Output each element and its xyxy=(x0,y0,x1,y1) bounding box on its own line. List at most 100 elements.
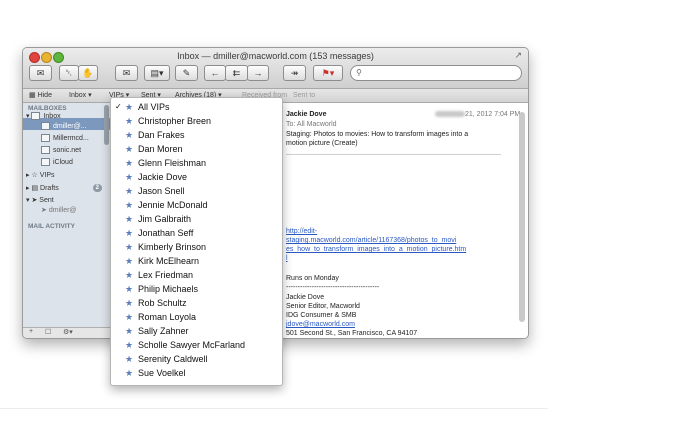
vip-menu-item[interactable]: ★ Jennie McDonald xyxy=(111,198,282,212)
sidebar-item-account-3[interactable]: sonic.net xyxy=(41,145,81,156)
checkmark-icon: ✓ xyxy=(115,102,122,111)
gear-menu-button[interactable]: ⚙▾ xyxy=(63,328,73,336)
sidebar-item-vips[interactable]: ▸ ☆ VIPs xyxy=(26,170,55,181)
sidebar-item-account-1[interactable]: dmiller@... xyxy=(41,121,87,132)
show-activity-button[interactable]: ☐ xyxy=(45,328,51,336)
redirect-button[interactable]: ↠ xyxy=(283,65,306,81)
add-mailbox-button[interactable]: + xyxy=(29,328,33,335)
vip-menu-item-label: Serenity Caldwell xyxy=(138,354,208,364)
reply-all-button[interactable]: ⇇ xyxy=(225,65,248,81)
forward-button[interactable]: → xyxy=(247,65,269,81)
vip-menu-item[interactable]: ★ Roman Loyola xyxy=(111,310,282,324)
message-link-line-4[interactable]: l xyxy=(286,255,288,262)
vip-menu-item[interactable]: ★ Jim Galbraith xyxy=(111,212,282,226)
search-field[interactable]: ⚲ xyxy=(350,65,522,81)
fullscreen-icon[interactable]: ↗ xyxy=(514,50,522,61)
vip-menu-item[interactable]: ★ Jonathan Seff xyxy=(111,226,282,240)
signature-name: Jackie Dove xyxy=(286,294,325,301)
vip-menu-item[interactable]: ★ Serenity Caldwell xyxy=(111,352,282,366)
get-mail-button[interactable]: ✉ xyxy=(29,65,52,81)
vip-menu-item-label: Scholle Sawyer McFarland xyxy=(138,340,246,350)
vip-menu-item-label: Glenn Fleishman xyxy=(138,158,207,168)
sidebar-item-account-2[interactable]: Millermcd... xyxy=(41,133,89,144)
sidebar-item-account-4[interactable]: iCloud xyxy=(41,157,73,168)
drafts-icon: ▤ xyxy=(31,185,39,192)
favorites-inbox[interactable]: Inbox ▾ xyxy=(69,89,92,102)
junk-button[interactable]: ✋ xyxy=(78,65,98,81)
vip-menu-item-label: All VIPs xyxy=(138,102,170,112)
vip-menu-item[interactable]: ★ Kimberly Brinson xyxy=(111,240,282,254)
vip-menu-item[interactable]: ★ Rob Schultz xyxy=(111,296,282,310)
vip-menu-item-label: Kimberly Brinson xyxy=(138,242,207,252)
message-from: Jackie Dove xyxy=(286,111,327,118)
sidebar-item-drafts[interactable]: ▸ ▤ Drafts 2 xyxy=(26,183,106,194)
vip-star-icon: ★ xyxy=(125,284,134,294)
favorites-sent-to[interactable]: Sent to xyxy=(293,89,315,102)
vip-menu-item-label: Kirk McElhearn xyxy=(138,256,200,266)
redacted-text xyxy=(435,111,465,118)
signature-org: IDG Consumer & SMB xyxy=(286,312,357,319)
vip-menu-item[interactable]: ★ Lex Friedman xyxy=(111,268,282,282)
vip-menu-item-label: Dan Moren xyxy=(138,144,183,154)
sidebar-item-sent-account[interactable]: ➤ dmiller@ xyxy=(41,205,77,216)
vip-menu-item[interactable]: ★ Dan Moren xyxy=(111,142,282,156)
message-scrollbar[interactable] xyxy=(519,112,525,322)
message-subject-line-1: Staging: Photos to movies: How to transf… xyxy=(286,131,469,138)
message-link-line-3[interactable]: es_how_to_transform_images_into_a_motion… xyxy=(286,246,466,253)
vip-star-icon: ★ xyxy=(125,200,134,210)
vip-menu-item[interactable]: ★ Kirk McElhearn xyxy=(111,254,282,268)
signature-title: Senior Editor, Macworld xyxy=(286,303,360,310)
vip-menu-item[interactable]: ★ Glenn Fleishman xyxy=(111,156,282,170)
vip-menu-item-label: Sue Voelkel xyxy=(138,368,186,378)
vip-star-icon: ★ xyxy=(125,270,134,280)
message-body-dashes: ---------------------------------------- xyxy=(286,284,380,291)
page-divider xyxy=(0,408,548,409)
vip-menu: ✓ ★ All VIPs ★ Christopher Breen ★ Dan Frakes ★… xyxy=(110,97,283,386)
vip-menu-item-label: Jonathan Seff xyxy=(138,228,194,238)
window-title: Inbox — dmiller@macworld.com (153 messag… xyxy=(177,51,374,61)
message-link-line-1[interactable]: http://edit- xyxy=(286,228,317,235)
vip-star-icon: ★ xyxy=(125,102,134,112)
vip-menu-item[interactable]: ★ Dan Frakes xyxy=(111,128,282,142)
inbox-icon xyxy=(31,112,41,121)
archive-button[interactable]: ▤▾ xyxy=(144,65,170,81)
signature-email[interactable]: jdove@macworld.com xyxy=(286,321,355,328)
drafts-count-badge: 2 xyxy=(92,184,102,192)
signature-address: 501 Second St., San Francisco, CA 94107 xyxy=(286,330,418,337)
vip-menu-item-label: Jennie McDonald xyxy=(138,200,208,210)
vip-star-icon: ★ xyxy=(125,214,134,224)
search-icon: ⚲ xyxy=(356,68,362,77)
message-link-line-2[interactable]: staging.macworld.com/article/1167368/pho… xyxy=(286,237,456,244)
vip-star-icon: ★ xyxy=(125,158,134,168)
new-message-button[interactable]: ✉ xyxy=(115,65,138,81)
mailbox-icon xyxy=(41,122,50,131)
vip-star-icon: ★ xyxy=(125,298,134,308)
vip-menu-item[interactable]: ★ Sally Zahner xyxy=(111,324,282,338)
vip-star-icon: ★ xyxy=(125,130,134,140)
vip-star-icon: ★ xyxy=(125,340,134,350)
vip-menu-item-label: Christopher Breen xyxy=(138,116,212,126)
vip-menu-item[interactable]: ★ Christopher Breen xyxy=(111,114,282,128)
mailbox-icon xyxy=(41,146,50,155)
mailbox-icon xyxy=(41,158,50,167)
vip-menu-item[interactable]: ★ Scholle Sawyer McFarland xyxy=(111,338,282,352)
vip-star-icon: ★ xyxy=(125,326,134,336)
vip-star-icon: ★ xyxy=(125,228,134,238)
delete-button[interactable]: ␡ xyxy=(59,65,79,81)
vip-menu-item[interactable]: ★ Jason Snell xyxy=(111,184,282,198)
sidebar-scrollbar[interactable] xyxy=(104,105,109,145)
vip-star-icon: ★ xyxy=(125,256,134,266)
vip-menu-item[interactable]: ✓ ★ All VIPs xyxy=(111,100,282,114)
vip-menu-item-label: Roman Loyola xyxy=(138,312,197,322)
message-to: To: All Macworld xyxy=(286,121,337,128)
vip-menu-item[interactable]: ★ Philip Michaels xyxy=(111,282,282,296)
mailbox-sidebar: MAILBOXES ▾ Inbox dmiller@... Millermcd.… xyxy=(23,103,112,327)
flag-button[interactable]: ⚑▾ xyxy=(313,65,343,81)
compose-button[interactable]: ✎ xyxy=(175,65,198,81)
message-body-runs: Runs on Monday xyxy=(286,275,339,282)
hide-mailboxes-button[interactable]: ▦ Hide xyxy=(29,89,52,102)
vip-menu-item-label: Dan Frakes xyxy=(138,130,185,140)
vip-menu-item[interactable]: ★ Jackie Dove xyxy=(111,170,282,184)
reply-button[interactable]: ← xyxy=(204,65,226,81)
vip-menu-item[interactable]: ★ Sue Voelkel xyxy=(111,366,282,380)
